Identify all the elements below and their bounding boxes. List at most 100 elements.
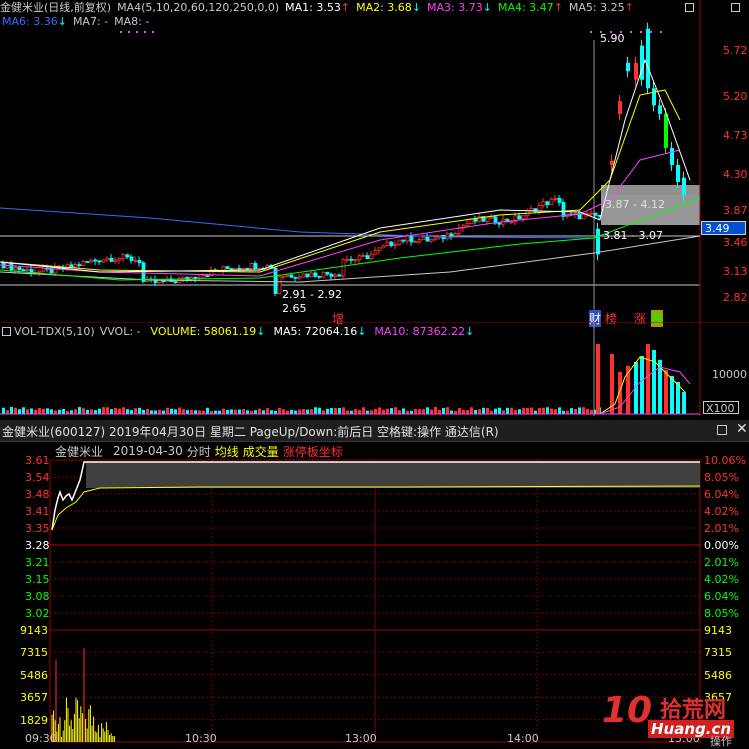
intraday-vol-label: 1829 — [20, 713, 48, 727]
ma-legend-ma_group2-1: MA7: - — [72, 14, 109, 28]
intraday-price-label: 3.21 — [25, 556, 50, 569]
ma3-line — [0, 149, 681, 277]
volume-bar — [146, 408, 149, 414]
candle-body — [361, 255, 366, 257]
intraday-window[interactable]: 金健米业(600127) 2019年04月30日 星期二 PageUp/Down… — [0, 420, 749, 748]
volume-bar — [222, 408, 225, 414]
current-price-value: 3.49 — [705, 222, 730, 235]
volume-bar — [422, 409, 425, 414]
kline-panel[interactable]: 金健米业 (日线,前复权) MA4(5,10,20,60,120,250,0,0… — [0, 0, 749, 327]
intraday-pct-label: 2.01% — [704, 522, 739, 535]
candle-body — [249, 262, 254, 269]
annotation-low: 2.65 — [282, 302, 307, 315]
volume-bar — [518, 409, 521, 414]
candle-body — [113, 259, 118, 262]
volume-bar — [438, 409, 441, 414]
candle-body — [229, 268, 234, 270]
ma-legend-arrow-ma_group1-5: ↑ — [624, 0, 634, 14]
price-axis-label: 3.13 — [723, 265, 748, 278]
intraday-price-label: 3.48 — [25, 488, 50, 501]
candle-body — [473, 218, 478, 222]
candle-body — [293, 276, 298, 279]
candle-body — [517, 215, 522, 220]
volume-bar — [122, 407, 125, 414]
volume-bar-big — [646, 344, 650, 414]
candle-body — [285, 274, 290, 277]
candle-body — [21, 269, 26, 272]
ma-legend-ma_group1-0: MA4(5,10,20,60,120,250,0,0) — [117, 0, 280, 14]
annotation-range-box: 3.87 - 4.12 — [605, 198, 665, 211]
candle-body — [373, 250, 378, 255]
volume-bar — [102, 407, 105, 414]
price-axis-label: 4.30 — [723, 168, 748, 181]
candle-body — [341, 259, 346, 277]
volume-indicator-settings[interactable] — [2, 326, 11, 336]
volume-bar — [330, 408, 333, 414]
volume-bar — [162, 410, 165, 414]
price-axis-label: 3.87 — [723, 204, 748, 217]
volume-bar — [546, 407, 549, 414]
ma-dot — [590, 31, 592, 33]
ma-dot — [650, 31, 652, 33]
volume-bar — [10, 407, 13, 414]
annotation-range2: 3.81 - 3.07 — [603, 229, 663, 242]
intraday-date: 2019-04-30 — [113, 444, 183, 458]
candle-body — [137, 259, 142, 264]
candle-body — [49, 268, 54, 274]
ma-legend-arrow-ma_group1-4: ↑ — [553, 0, 563, 14]
volume-bar — [42, 408, 45, 414]
ma-legend-row2: MA6: 3.36 ↓ MA7: - MA8: - — [2, 14, 155, 28]
intraday-legend-vol[interactable]: 成交量 — [243, 443, 279, 460]
volume-bar — [78, 407, 81, 414]
volume-bar — [258, 408, 261, 414]
volume-bar — [142, 409, 145, 414]
candle-body — [109, 257, 114, 262]
kline-chart[interactable] — [0, 0, 749, 322]
volume-bar — [310, 409, 313, 414]
volume-indicator-label: VOL-TDX(5,10) — [14, 324, 95, 338]
volume-bar — [190, 409, 193, 414]
ma-legend-ma_group1-4: MA4: 3.47 — [497, 0, 554, 14]
intraday-vol-label-right: 9143 — [704, 624, 732, 637]
intraday-vol-label-right: 7315 — [704, 646, 732, 660]
volume-bar — [506, 407, 509, 414]
volume-panel[interactable]: VOL-TDX(5,10) VVOL: - VOLUME: 58061.19 ↓… — [0, 322, 749, 416]
kline-close-button[interactable] — [731, 3, 740, 12]
candle-body — [301, 273, 306, 278]
volume-bar-big — [596, 344, 600, 414]
volume-bar — [82, 408, 85, 414]
volume-bar — [510, 407, 513, 414]
intraday-legend-limit[interactable]: 涨停板坐标 — [283, 443, 343, 460]
intraday-price-label: 3.02 — [25, 607, 50, 620]
volume-unit-box: X100 — [703, 401, 739, 414]
candle-body — [497, 222, 502, 225]
spike-body — [682, 177, 686, 195]
candle-body — [485, 217, 490, 222]
intraday-vol-label: 5486 — [20, 668, 48, 682]
candle-body — [81, 261, 86, 267]
volume-bar — [498, 407, 501, 414]
candle-body — [77, 264, 82, 267]
volume-bar — [18, 409, 21, 414]
candle-body — [85, 261, 90, 263]
volume-bar — [150, 410, 153, 414]
candle-body — [69, 264, 74, 268]
volume-bar — [334, 407, 337, 414]
intraday-time-label: 09:30 — [25, 732, 57, 745]
volume-bar — [318, 407, 321, 414]
spike-body — [610, 160, 614, 165]
volume-bar — [462, 409, 465, 414]
volume-bar — [110, 409, 113, 414]
kline-settings-button[interactable] — [685, 3, 694, 12]
candle-body — [73, 264, 78, 268]
volume-bar — [590, 409, 593, 414]
volume-bar — [306, 409, 309, 414]
intraday-pct-label: 0.00% — [704, 539, 739, 552]
volume-bar — [474, 409, 477, 414]
intraday-legend-avg[interactable]: 均线 — [215, 443, 239, 460]
candle-body — [509, 221, 514, 224]
candle-body — [413, 241, 418, 243]
volume-bar — [174, 409, 177, 414]
candle-body — [465, 223, 470, 227]
candle-body — [425, 236, 430, 242]
